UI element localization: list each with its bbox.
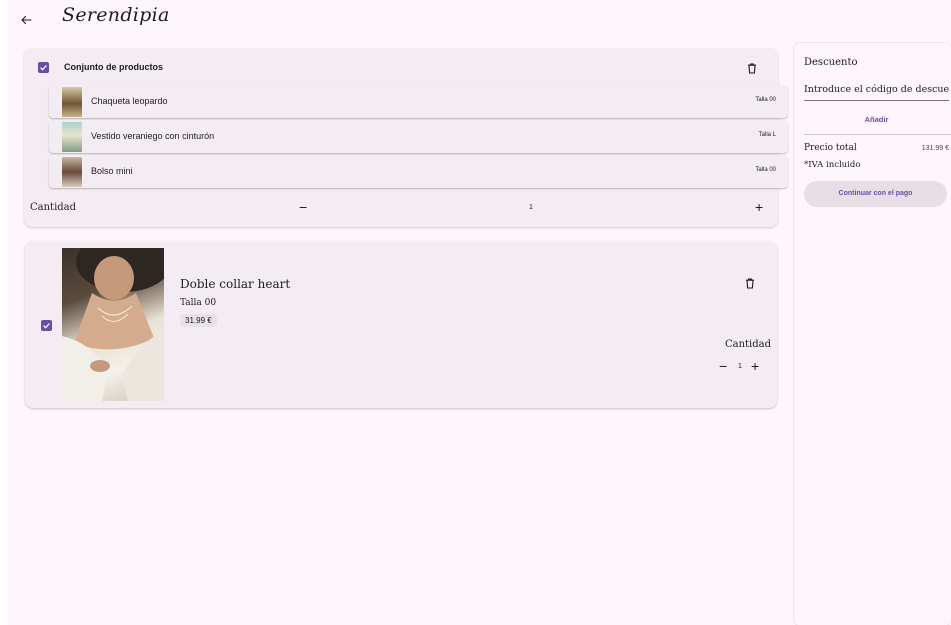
product-image <box>62 248 164 401</box>
bundle-item-size: Talla 00 <box>755 97 776 103</box>
product-card: Doble collar heart Talla 00 31.99 € Cant… <box>25 241 777 408</box>
bundle-item[interactable]: Vestido veraniego con cinturón Talla L <box>49 120 788 153</box>
bundle-title: Conjunto de productos <box>64 62 163 72</box>
bundle-decrement-button[interactable]: − <box>299 200 307 214</box>
trash-icon <box>748 62 756 74</box>
bundle-quantity-value: 1 <box>529 204 533 211</box>
brand-logo[interactable]: Serendipia <box>62 4 170 26</box>
bundle-card: Conjunto de productos Chaqueta leopardo … <box>24 48 788 227</box>
check-icon <box>40 65 47 71</box>
tax-note: *IVA incluido <box>804 160 861 170</box>
add-discount-button[interactable]: Añadir <box>804 109 949 131</box>
back-button[interactable] <box>16 10 36 30</box>
summary-divider <box>804 134 951 135</box>
bundle-item-size: Talla L <box>758 132 776 138</box>
product-quantity-label: Cantidad <box>724 339 771 350</box>
product-quantity-value: 1 <box>738 363 742 370</box>
app-header: Serendipia <box>8 0 951 40</box>
checkout-button[interactable]: Continuar con el pago <box>804 181 947 207</box>
bundle-items-list: Chaqueta leopardo Talla 00 Vestido veran… <box>49 85 788 190</box>
product-photo-illustration <box>62 248 164 401</box>
product-thumbnail <box>62 87 82 117</box>
check-icon <box>43 323 50 329</box>
bundle-header: Conjunto de productos <box>24 58 778 80</box>
product-size: Talla 00 <box>180 298 217 308</box>
product-thumbnail <box>62 122 82 152</box>
product-thumbnail <box>62 157 82 187</box>
total-price-value: 131.99 € <box>921 145 949 152</box>
bundle-increment-button[interactable]: + <box>755 200 763 214</box>
order-summary-panel: Descuento Añadir Precio total 131.99 € *… <box>794 43 951 625</box>
product-title: Doble collar heart <box>180 277 291 291</box>
product-checkbox[interactable] <box>41 320 52 331</box>
bundle-item-name: Chaqueta leopardo <box>91 96 168 106</box>
product-increment-button[interactable]: + <box>751 359 759 373</box>
discount-code-input[interactable] <box>804 79 949 101</box>
bundle-item-name: Vestido veraniego con cinturón <box>91 131 215 141</box>
bundle-checkbox[interactable] <box>38 62 49 73</box>
bundle-item-name: Bolso mini <box>91 166 133 176</box>
total-price-label: Precio total <box>804 143 857 153</box>
arrow-left-icon <box>21 15 32 25</box>
bundle-delete-button[interactable] <box>745 61 759 75</box>
bundle-item[interactable]: Chaqueta leopardo Talla 00 <box>49 85 788 118</box>
discount-label: Descuento <box>804 57 858 68</box>
bundle-item[interactable]: Bolso mini Talla 00 <box>49 155 788 188</box>
price-chip: 31.99 € <box>180 314 217 327</box>
bundle-item-size: Talla 00 <box>755 167 776 173</box>
cart-page: Serendipia Conjunto de productos Chaquet… <box>8 0 951 625</box>
trash-icon <box>746 277 754 289</box>
product-decrement-button[interactable]: − <box>719 359 727 373</box>
bundle-quantity-label: Cantidad <box>30 202 77 213</box>
product-delete-button[interactable] <box>743 276 757 290</box>
